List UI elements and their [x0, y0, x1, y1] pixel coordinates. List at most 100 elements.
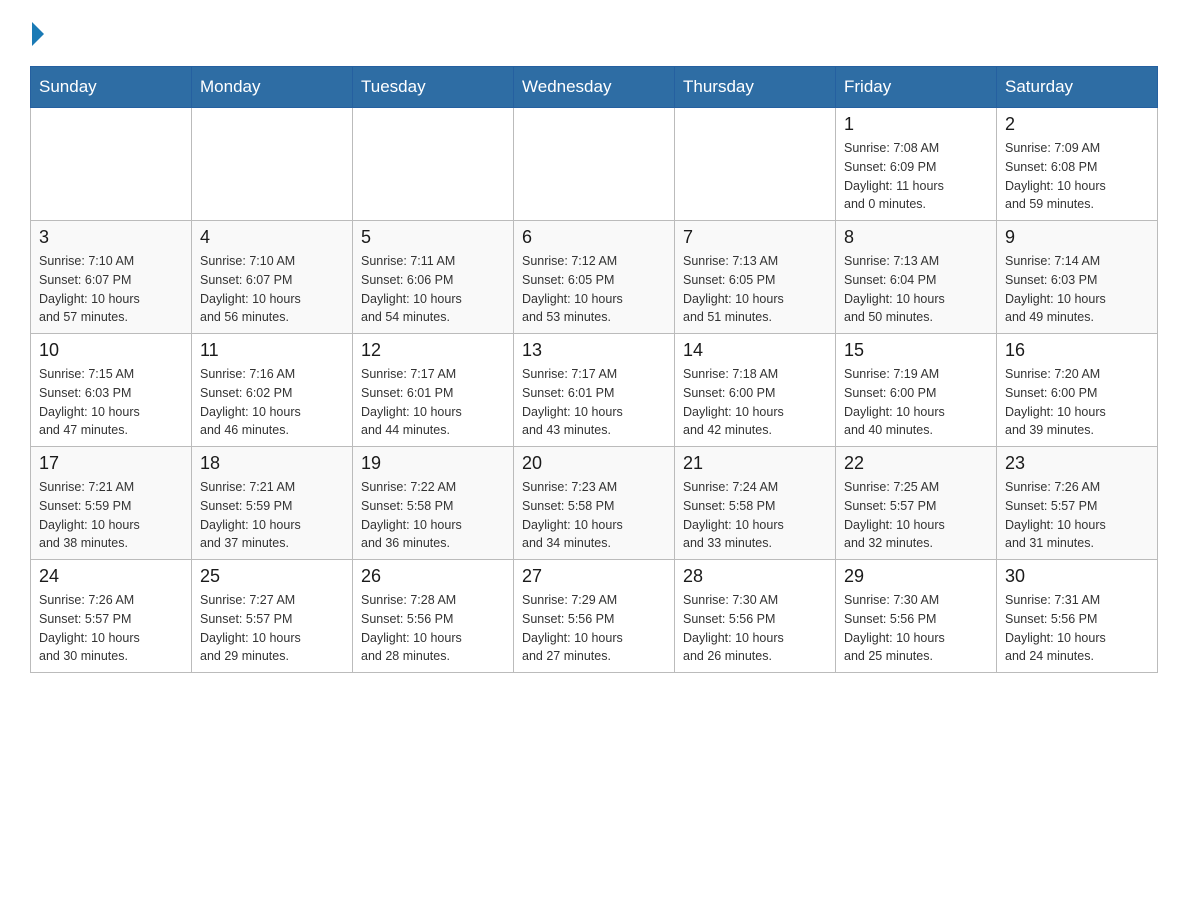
- calendar-cell: 5Sunrise: 7:11 AM Sunset: 6:06 PM Daylig…: [353, 221, 514, 334]
- day-number: 15: [844, 340, 988, 361]
- calendar-cell: 29 Sunrise: 7:30 AM Sunset: 5:56 PM Dayli…: [836, 560, 997, 673]
- day-info: Sunrise: 7:31 AM Sunset: 5:56 PM Dayligh…: [1005, 591, 1149, 666]
- day-number: 24: [39, 566, 183, 587]
- calendar-cell: 23 Sunrise: 7:26 AM Sunset: 5:57 PM Dayli…: [997, 447, 1158, 560]
- calendar-cell: 26 Sunrise: 7:28 AM Sunset: 5:56 PM Dayli…: [353, 560, 514, 673]
- day-number: 25: [200, 566, 344, 587]
- day-number: 28: [683, 566, 827, 587]
- calendar-cell: [192, 108, 353, 221]
- day-info: Sunrise: 7:28 AM Sunset: 5:56 PM Dayligh…: [361, 591, 505, 666]
- day-number: 2: [1005, 114, 1149, 135]
- day-number: 17: [39, 453, 183, 474]
- calendar-cell: 25 Sunrise: 7:27 AM Sunset: 5:57 PM Dayli…: [192, 560, 353, 673]
- calendar-cell: 16 Sunrise: 7:20 AM Sunset: 6:00 PM Dayli…: [997, 334, 1158, 447]
- calendar-cell: 3 Sunrise: 7:10 AM Sunset: 6:07 PM Daylig…: [31, 221, 192, 334]
- day-number: 29: [844, 566, 988, 587]
- day-number: 22: [844, 453, 988, 474]
- calendar-cell: 4 Sunrise: 7:10 AM Sunset: 6:07 PM Daylig…: [192, 221, 353, 334]
- calendar-cell: 6 Sunrise: 7:12 AM Sunset: 6:05 PM Daylig…: [514, 221, 675, 334]
- day-info: Sunrise: 7:30 AM Sunset: 5:56 PM Dayligh…: [683, 591, 827, 666]
- day-info: Sunrise: 7:08 AM Sunset: 6:09 PM Dayligh…: [844, 139, 988, 214]
- calendar-cell: [514, 108, 675, 221]
- day-number: 7: [683, 227, 827, 248]
- calendar-cell: 11 Sunrise: 7:16 AM Sunset: 6:02 PM Dayli…: [192, 334, 353, 447]
- calendar-week-row: 10 Sunrise: 7:15 AM Sunset: 6:03 PM Dayli…: [31, 334, 1158, 447]
- calendar-cell: 7 Sunrise: 7:13 AM Sunset: 6:05 PM Daylig…: [675, 221, 836, 334]
- calendar-cell: 15 Sunrise: 7:19 AM Sunset: 6:00 PM Dayli…: [836, 334, 997, 447]
- calendar-cell: 22Sunrise: 7:25 AM Sunset: 5:57 PM Dayli…: [836, 447, 997, 560]
- day-info: Sunrise: 7:14 AM Sunset: 6:03 PM Dayligh…: [1005, 252, 1149, 327]
- day-number: 10: [39, 340, 183, 361]
- day-info: Sunrise: 7:15 AM Sunset: 6:03 PM Dayligh…: [39, 365, 183, 440]
- weekday-header-row: SundayMondayTuesdayWednesdayThursdayFrid…: [31, 67, 1158, 108]
- logo: [30, 20, 44, 46]
- page-header: [30, 20, 1158, 46]
- calendar-cell: 27 Sunrise: 7:29 AM Sunset: 5:56 PM Dayli…: [514, 560, 675, 673]
- day-number: 14: [683, 340, 827, 361]
- day-number: 11: [200, 340, 344, 361]
- day-info: Sunrise: 7:19 AM Sunset: 6:00 PM Dayligh…: [844, 365, 988, 440]
- calendar-cell: 24 Sunrise: 7:26 AM Sunset: 5:57 PM Dayli…: [31, 560, 192, 673]
- calendar-cell: 17 Sunrise: 7:21 AM Sunset: 5:59 PM Dayli…: [31, 447, 192, 560]
- day-info: Sunrise: 7:20 AM Sunset: 6:00 PM Dayligh…: [1005, 365, 1149, 440]
- day-info: Sunrise: 7:26 AM Sunset: 5:57 PM Dayligh…: [39, 591, 183, 666]
- calendar-week-row: 1 Sunrise: 7:08 AM Sunset: 6:09 PM Daylig…: [31, 108, 1158, 221]
- day-info: Sunrise: 7:16 AM Sunset: 6:02 PM Dayligh…: [200, 365, 344, 440]
- calendar-week-row: 3 Sunrise: 7:10 AM Sunset: 6:07 PM Daylig…: [31, 221, 1158, 334]
- calendar-cell: [31, 108, 192, 221]
- weekday-header-wednesday: Wednesday: [514, 67, 675, 108]
- day-number: 4: [200, 227, 344, 248]
- calendar-cell: 19 Sunrise: 7:22 AM Sunset: 5:58 PM Dayli…: [353, 447, 514, 560]
- day-number: 13: [522, 340, 666, 361]
- calendar-cell: 30 Sunrise: 7:31 AM Sunset: 5:56 PM Dayli…: [997, 560, 1158, 673]
- day-number: 30: [1005, 566, 1149, 587]
- day-number: 18: [200, 453, 344, 474]
- day-number: 3: [39, 227, 183, 248]
- calendar-cell: 8Sunrise: 7:13 AM Sunset: 6:04 PM Daylig…: [836, 221, 997, 334]
- day-info: Sunrise: 7:27 AM Sunset: 5:57 PM Dayligh…: [200, 591, 344, 666]
- calendar-cell: 12Sunrise: 7:17 AM Sunset: 6:01 PM Dayli…: [353, 334, 514, 447]
- day-number: 9: [1005, 227, 1149, 248]
- weekday-header-tuesday: Tuesday: [353, 67, 514, 108]
- day-info: Sunrise: 7:30 AM Sunset: 5:56 PM Dayligh…: [844, 591, 988, 666]
- logo-triangle-icon: [32, 22, 44, 46]
- calendar-cell: [675, 108, 836, 221]
- day-info: Sunrise: 7:21 AM Sunset: 5:59 PM Dayligh…: [39, 478, 183, 553]
- day-number: 21: [683, 453, 827, 474]
- day-info: Sunrise: 7:13 AM Sunset: 6:04 PM Dayligh…: [844, 252, 988, 327]
- day-info: Sunrise: 7:21 AM Sunset: 5:59 PM Dayligh…: [200, 478, 344, 553]
- day-number: 1: [844, 114, 988, 135]
- day-info: Sunrise: 7:17 AM Sunset: 6:01 PM Dayligh…: [522, 365, 666, 440]
- day-info: Sunrise: 7:10 AM Sunset: 6:07 PM Dayligh…: [200, 252, 344, 327]
- calendar-cell: 21Sunrise: 7:24 AM Sunset: 5:58 PM Dayli…: [675, 447, 836, 560]
- day-number: 26: [361, 566, 505, 587]
- day-info: Sunrise: 7:17 AM Sunset: 6:01 PM Dayligh…: [361, 365, 505, 440]
- calendar-cell: 9 Sunrise: 7:14 AM Sunset: 6:03 PM Daylig…: [997, 221, 1158, 334]
- day-info: Sunrise: 7:10 AM Sunset: 6:07 PM Dayligh…: [39, 252, 183, 327]
- day-number: 23: [1005, 453, 1149, 474]
- day-number: 27: [522, 566, 666, 587]
- day-info: Sunrise: 7:26 AM Sunset: 5:57 PM Dayligh…: [1005, 478, 1149, 553]
- weekday-header-monday: Monday: [192, 67, 353, 108]
- day-info: Sunrise: 7:22 AM Sunset: 5:58 PM Dayligh…: [361, 478, 505, 553]
- day-number: 19: [361, 453, 505, 474]
- weekday-header-saturday: Saturday: [997, 67, 1158, 108]
- day-number: 6: [522, 227, 666, 248]
- weekday-header-thursday: Thursday: [675, 67, 836, 108]
- calendar-table: SundayMondayTuesdayWednesdayThursdayFrid…: [30, 66, 1158, 673]
- calendar-cell: 14Sunrise: 7:18 AM Sunset: 6:00 PM Dayli…: [675, 334, 836, 447]
- day-number: 16: [1005, 340, 1149, 361]
- day-info: Sunrise: 7:29 AM Sunset: 5:56 PM Dayligh…: [522, 591, 666, 666]
- calendar-cell: 1 Sunrise: 7:08 AM Sunset: 6:09 PM Daylig…: [836, 108, 997, 221]
- weekday-header-sunday: Sunday: [31, 67, 192, 108]
- weekday-header-friday: Friday: [836, 67, 997, 108]
- calendar-week-row: 17 Sunrise: 7:21 AM Sunset: 5:59 PM Dayli…: [31, 447, 1158, 560]
- calendar-cell: 28 Sunrise: 7:30 AM Sunset: 5:56 PM Dayli…: [675, 560, 836, 673]
- calendar-cell: 18 Sunrise: 7:21 AM Sunset: 5:59 PM Dayli…: [192, 447, 353, 560]
- day-info: Sunrise: 7:13 AM Sunset: 6:05 PM Dayligh…: [683, 252, 827, 327]
- calendar-cell: 13 Sunrise: 7:17 AM Sunset: 6:01 PM Dayli…: [514, 334, 675, 447]
- calendar-cell: [353, 108, 514, 221]
- calendar-week-row: 24 Sunrise: 7:26 AM Sunset: 5:57 PM Dayli…: [31, 560, 1158, 673]
- day-info: Sunrise: 7:12 AM Sunset: 6:05 PM Dayligh…: [522, 252, 666, 327]
- calendar-cell: 2Sunrise: 7:09 AM Sunset: 6:08 PM Daylig…: [997, 108, 1158, 221]
